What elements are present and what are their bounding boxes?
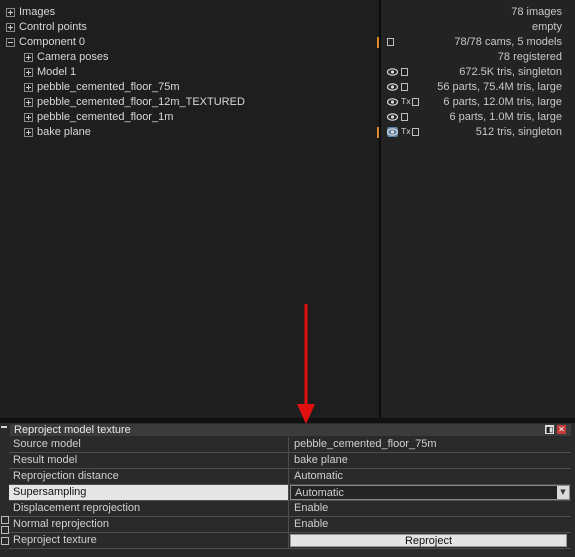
pin-icon[interactable] — [1, 516, 9, 524]
expand-plus-icon[interactable] — [6, 23, 15, 32]
eye-icon[interactable] — [387, 97, 398, 107]
property-value-text: pebble_cemented_floor_75m — [294, 438, 437, 450]
collapse-icon[interactable] — [1, 426, 7, 428]
info-row: 6 parts, 1.0M tris, large — [381, 110, 575, 125]
property-row[interactable]: Reprojection distance Automatic — [9, 469, 571, 485]
info-row: 56 parts, 75.4M tris, large — [381, 80, 575, 95]
tree-item[interactable]: pebble_cemented_floor_1m — [0, 110, 379, 125]
property-value-text: Enable — [294, 518, 329, 530]
property-name: Result model — [9, 453, 289, 468]
info-value: 78 images — [511, 6, 562, 18]
eye-icon[interactable] — [387, 82, 398, 92]
tree-item[interactable]: Images — [0, 5, 379, 20]
eye-icon[interactable] — [387, 127, 398, 137]
info-value: 78 registered — [497, 51, 562, 63]
info-value: 6 parts, 1.0M tris, large — [449, 111, 563, 123]
property-name: Reproject texture — [9, 533, 289, 548]
property-value-text: Enable — [294, 502, 329, 514]
expand-plus-icon[interactable] — [24, 128, 33, 137]
property-value[interactable]: pebble_cemented_floor_75m — [290, 437, 570, 452]
tree-item-label: Component 0 — [19, 36, 86, 48]
info-value: 78/78 cams, 5 models — [454, 36, 562, 48]
tree-item-label: pebble_cemented_floor_1m — [37, 111, 174, 123]
property-row[interactable]: Supersampling Automatic ▼ — [9, 485, 571, 501]
model-icon[interactable] — [412, 98, 419, 106]
property-value[interactable]: Enable — [290, 517, 570, 532]
tree-item[interactable]: Component 0 — [0, 35, 379, 50]
property-row[interactable]: Normal reprojection Enable — [9, 517, 571, 533]
annotation-arrow — [297, 304, 315, 424]
info-row: Tx 512 tris, singleton — [381, 125, 575, 140]
tree-item-label: Images — [19, 6, 56, 18]
expand-plus-icon[interactable] — [24, 53, 33, 62]
info-value: 512 tris, singleton — [475, 126, 562, 138]
model-icon[interactable] — [401, 68, 408, 76]
reproject-button[interactable]: Reproject — [290, 534, 567, 547]
property-name: Displacement reprojection — [9, 501, 289, 516]
tree-item[interactable]: Model 1 — [0, 65, 379, 80]
tree-item-label: Model 1 — [37, 66, 77, 78]
texture-icon[interactable]: Tx — [401, 97, 411, 107]
info-value: 6 parts, 12.0M tris, large — [443, 96, 562, 108]
model-icon[interactable] — [412, 128, 419, 136]
dock-icon[interactable] — [1, 526, 9, 534]
property-row[interactable]: Reproject texture Reproject — [9, 533, 571, 549]
property-row[interactable]: Source model pebble_cemented_floor_75m — [9, 437, 571, 453]
info-row: 78 images — [381, 5, 575, 20]
property-row[interactable]: Result model bake plane — [9, 453, 571, 469]
property-name: Supersampling — [9, 485, 289, 500]
selection-marker — [377, 37, 379, 48]
info-row: 672.5K tris, singleton — [381, 65, 575, 80]
selection-marker — [377, 127, 379, 138]
tree-item[interactable]: pebble_cemented_floor_75m — [0, 80, 379, 95]
tree-item[interactable]: Control points — [0, 20, 379, 35]
property-value-text: bake plane — [294, 454, 348, 466]
collapse-minus-icon[interactable] — [6, 38, 15, 47]
eye-icon[interactable] — [387, 112, 398, 122]
model-icon[interactable] — [401, 83, 408, 91]
info-value: 672.5K tris, singleton — [459, 66, 562, 78]
tree-item-label: Control points — [19, 21, 87, 33]
tree-item[interactable]: bake plane — [0, 125, 379, 140]
texture-icon[interactable]: Tx — [401, 127, 411, 137]
float-window-button[interactable]: ◧ — [545, 425, 554, 434]
info-row: Tx 6 parts, 12.0M tris, large — [381, 95, 575, 110]
property-value-text: Automatic — [294, 470, 343, 482]
info-value: empty — [532, 21, 562, 33]
model-icon[interactable] — [387, 38, 394, 46]
model-icon[interactable] — [401, 113, 408, 121]
property-value[interactable]: bake plane — [290, 453, 570, 468]
expand-plus-icon[interactable] — [24, 83, 33, 92]
property-name: Normal reprojection — [9, 517, 289, 532]
property-name: Source model — [9, 437, 289, 452]
tree-item-label: pebble_cemented_floor_75m — [37, 81, 180, 93]
info-row: 78 registered — [381, 50, 575, 65]
info-value: 56 parts, 75.4M tris, large — [437, 81, 562, 93]
tree-item-label: Camera poses — [37, 51, 109, 63]
expand-plus-icon[interactable] — [24, 98, 33, 107]
panel-title: Reproject model texture — [10, 424, 571, 436]
eye-icon[interactable] — [387, 67, 398, 77]
chevron-down-icon[interactable]: ▼ — [557, 486, 569, 499]
tree-item-label: pebble_cemented_floor_12m_TEXTURED — [37, 96, 245, 108]
tree-item[interactable]: pebble_cemented_floor_12m_TEXTURED — [0, 95, 379, 110]
property-row[interactable]: Displacement reprojection Enable — [9, 501, 571, 517]
tree-item-label: bake plane — [37, 126, 91, 138]
expand-icon[interactable] — [1, 537, 9, 545]
expand-plus-icon[interactable] — [24, 113, 33, 122]
close-panel-button[interactable]: ✕ — [557, 425, 566, 434]
property-value-text: Automatic — [295, 487, 344, 499]
property-value[interactable]: Automatic — [290, 469, 570, 484]
expand-plus-icon[interactable] — [6, 8, 15, 17]
properties-panel: Reproject model texture ◧ ✕ Source model… — [0, 423, 575, 557]
expand-plus-icon[interactable] — [24, 68, 33, 77]
supersampling-select[interactable]: Automatic ▼ — [290, 485, 570, 500]
info-row: empty — [381, 20, 575, 35]
info-row: 78/78 cams, 5 models — [381, 35, 575, 50]
property-value[interactable]: Enable — [290, 501, 570, 516]
property-name: Reprojection distance — [9, 469, 289, 484]
tree-item[interactable]: Camera poses — [0, 50, 379, 65]
